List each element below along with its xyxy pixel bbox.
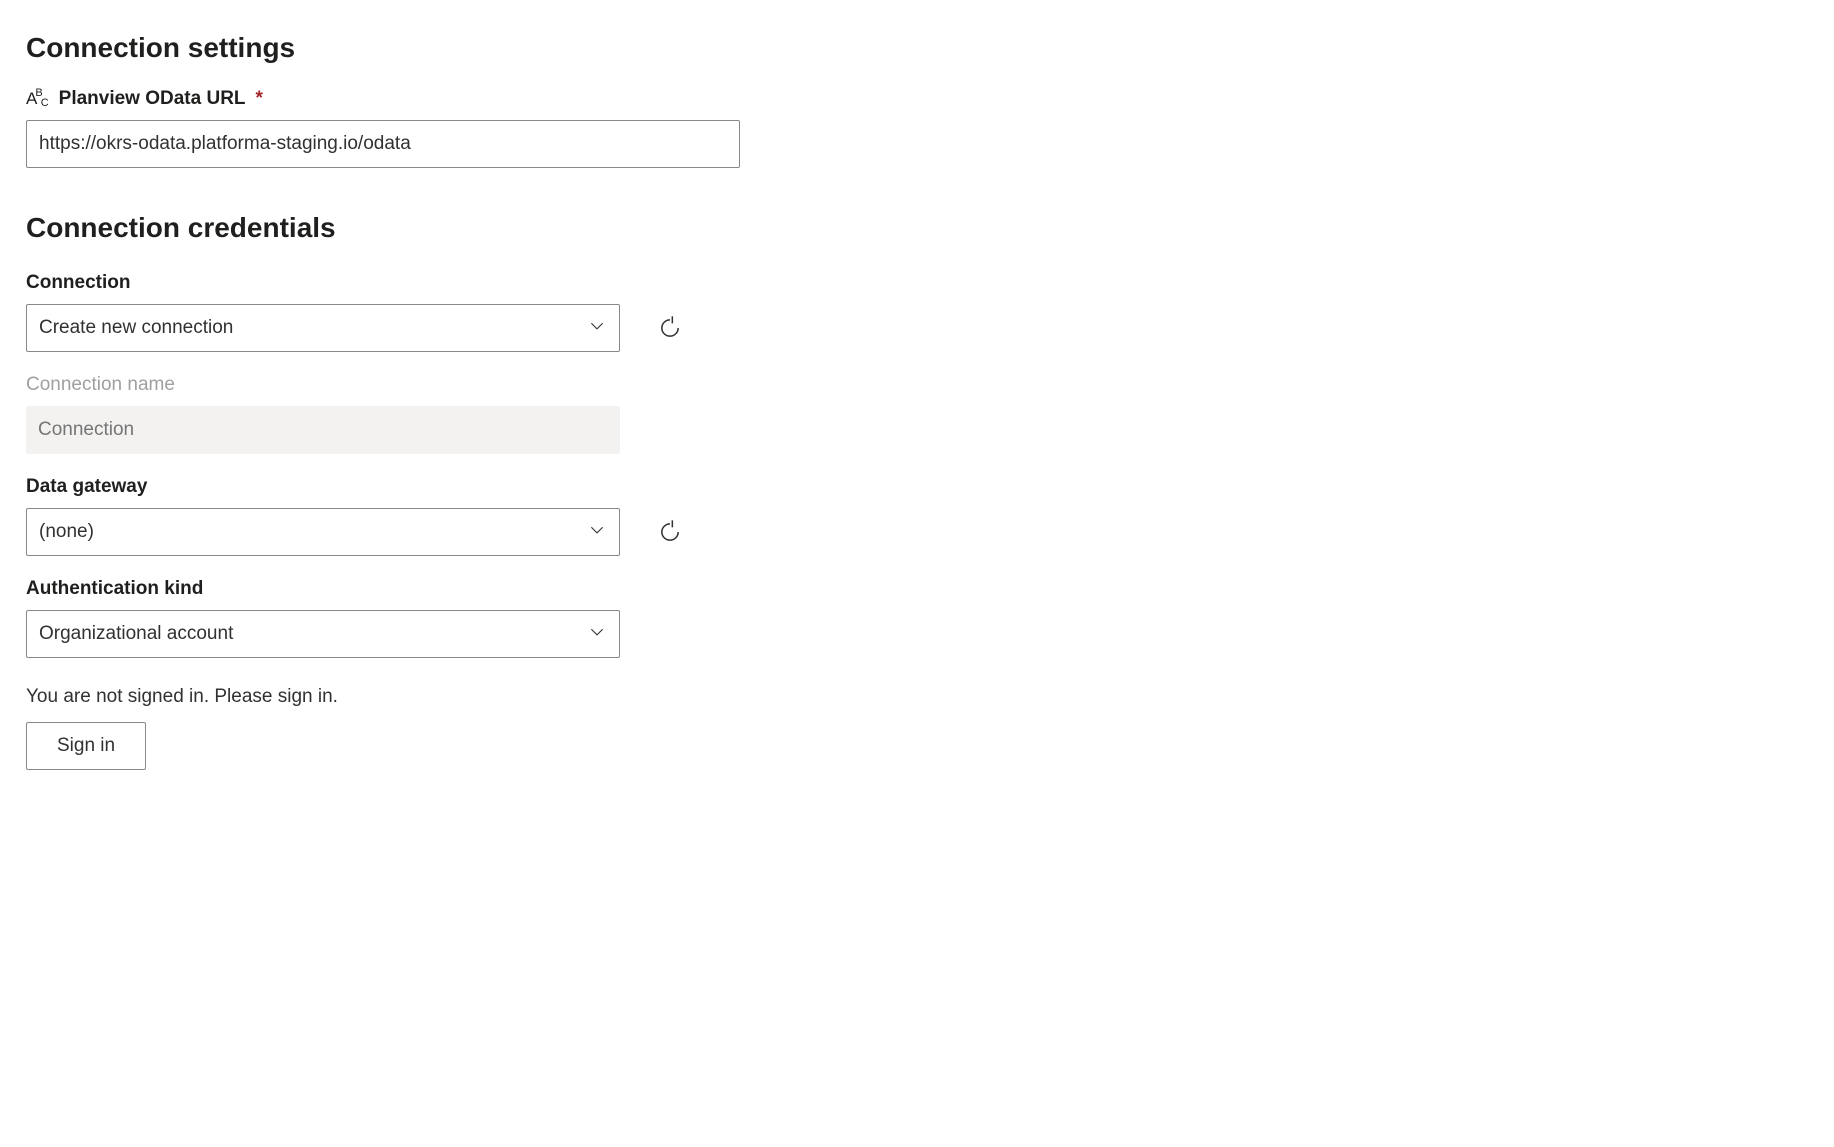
auth-kind-label: Authentication kind (26, 578, 1808, 600)
connection-name-field-group: Connection name (26, 374, 1808, 454)
odata-url-input[interactable] (26, 120, 740, 168)
auth-kind-select[interactable]: Organizational account (26, 610, 620, 658)
auth-kind-select-value: Organizational account (39, 623, 233, 645)
url-field-label: ABC Planview OData URL * (26, 88, 1808, 110)
data-gateway-label: Data gateway (26, 476, 1808, 498)
connection-label: Connection (26, 272, 1808, 294)
data-gateway-select-wrapper: (none) (26, 508, 620, 556)
connection-name-input (26, 406, 620, 454)
connection-name-label: Connection name (26, 374, 1808, 396)
auth-kind-select-wrapper: Organizational account (26, 610, 620, 658)
required-asterisk-icon: * (256, 88, 263, 110)
connection-settings-heading: Connection settings (26, 32, 1808, 64)
connection-select-wrapper: Create new connection (26, 304, 620, 352)
text-type-icon: ABC (26, 89, 47, 109)
url-field-group: ABC Planview OData URL * (26, 88, 1808, 168)
auth-kind-field-group: Authentication kind Organizational accou… (26, 578, 1808, 658)
gateway-refresh-button[interactable] (654, 516, 686, 548)
data-gateway-select[interactable]: (none) (26, 508, 620, 556)
signin-status-text: You are not signed in. Please sign in. (26, 686, 1808, 708)
connection-select-value: Create new connection (39, 317, 233, 339)
connection-credentials-heading: Connection credentials (26, 212, 1808, 244)
connection-select[interactable]: Create new connection (26, 304, 620, 352)
data-gateway-select-value: (none) (39, 521, 94, 543)
signin-button[interactable]: Sign in (26, 722, 146, 770)
connection-field-group: Connection Create new connection (26, 272, 1808, 352)
data-gateway-field-group: Data gateway (none) (26, 476, 1808, 556)
url-label-text: Planview OData URL (59, 88, 246, 110)
connection-refresh-button[interactable] (654, 312, 686, 344)
